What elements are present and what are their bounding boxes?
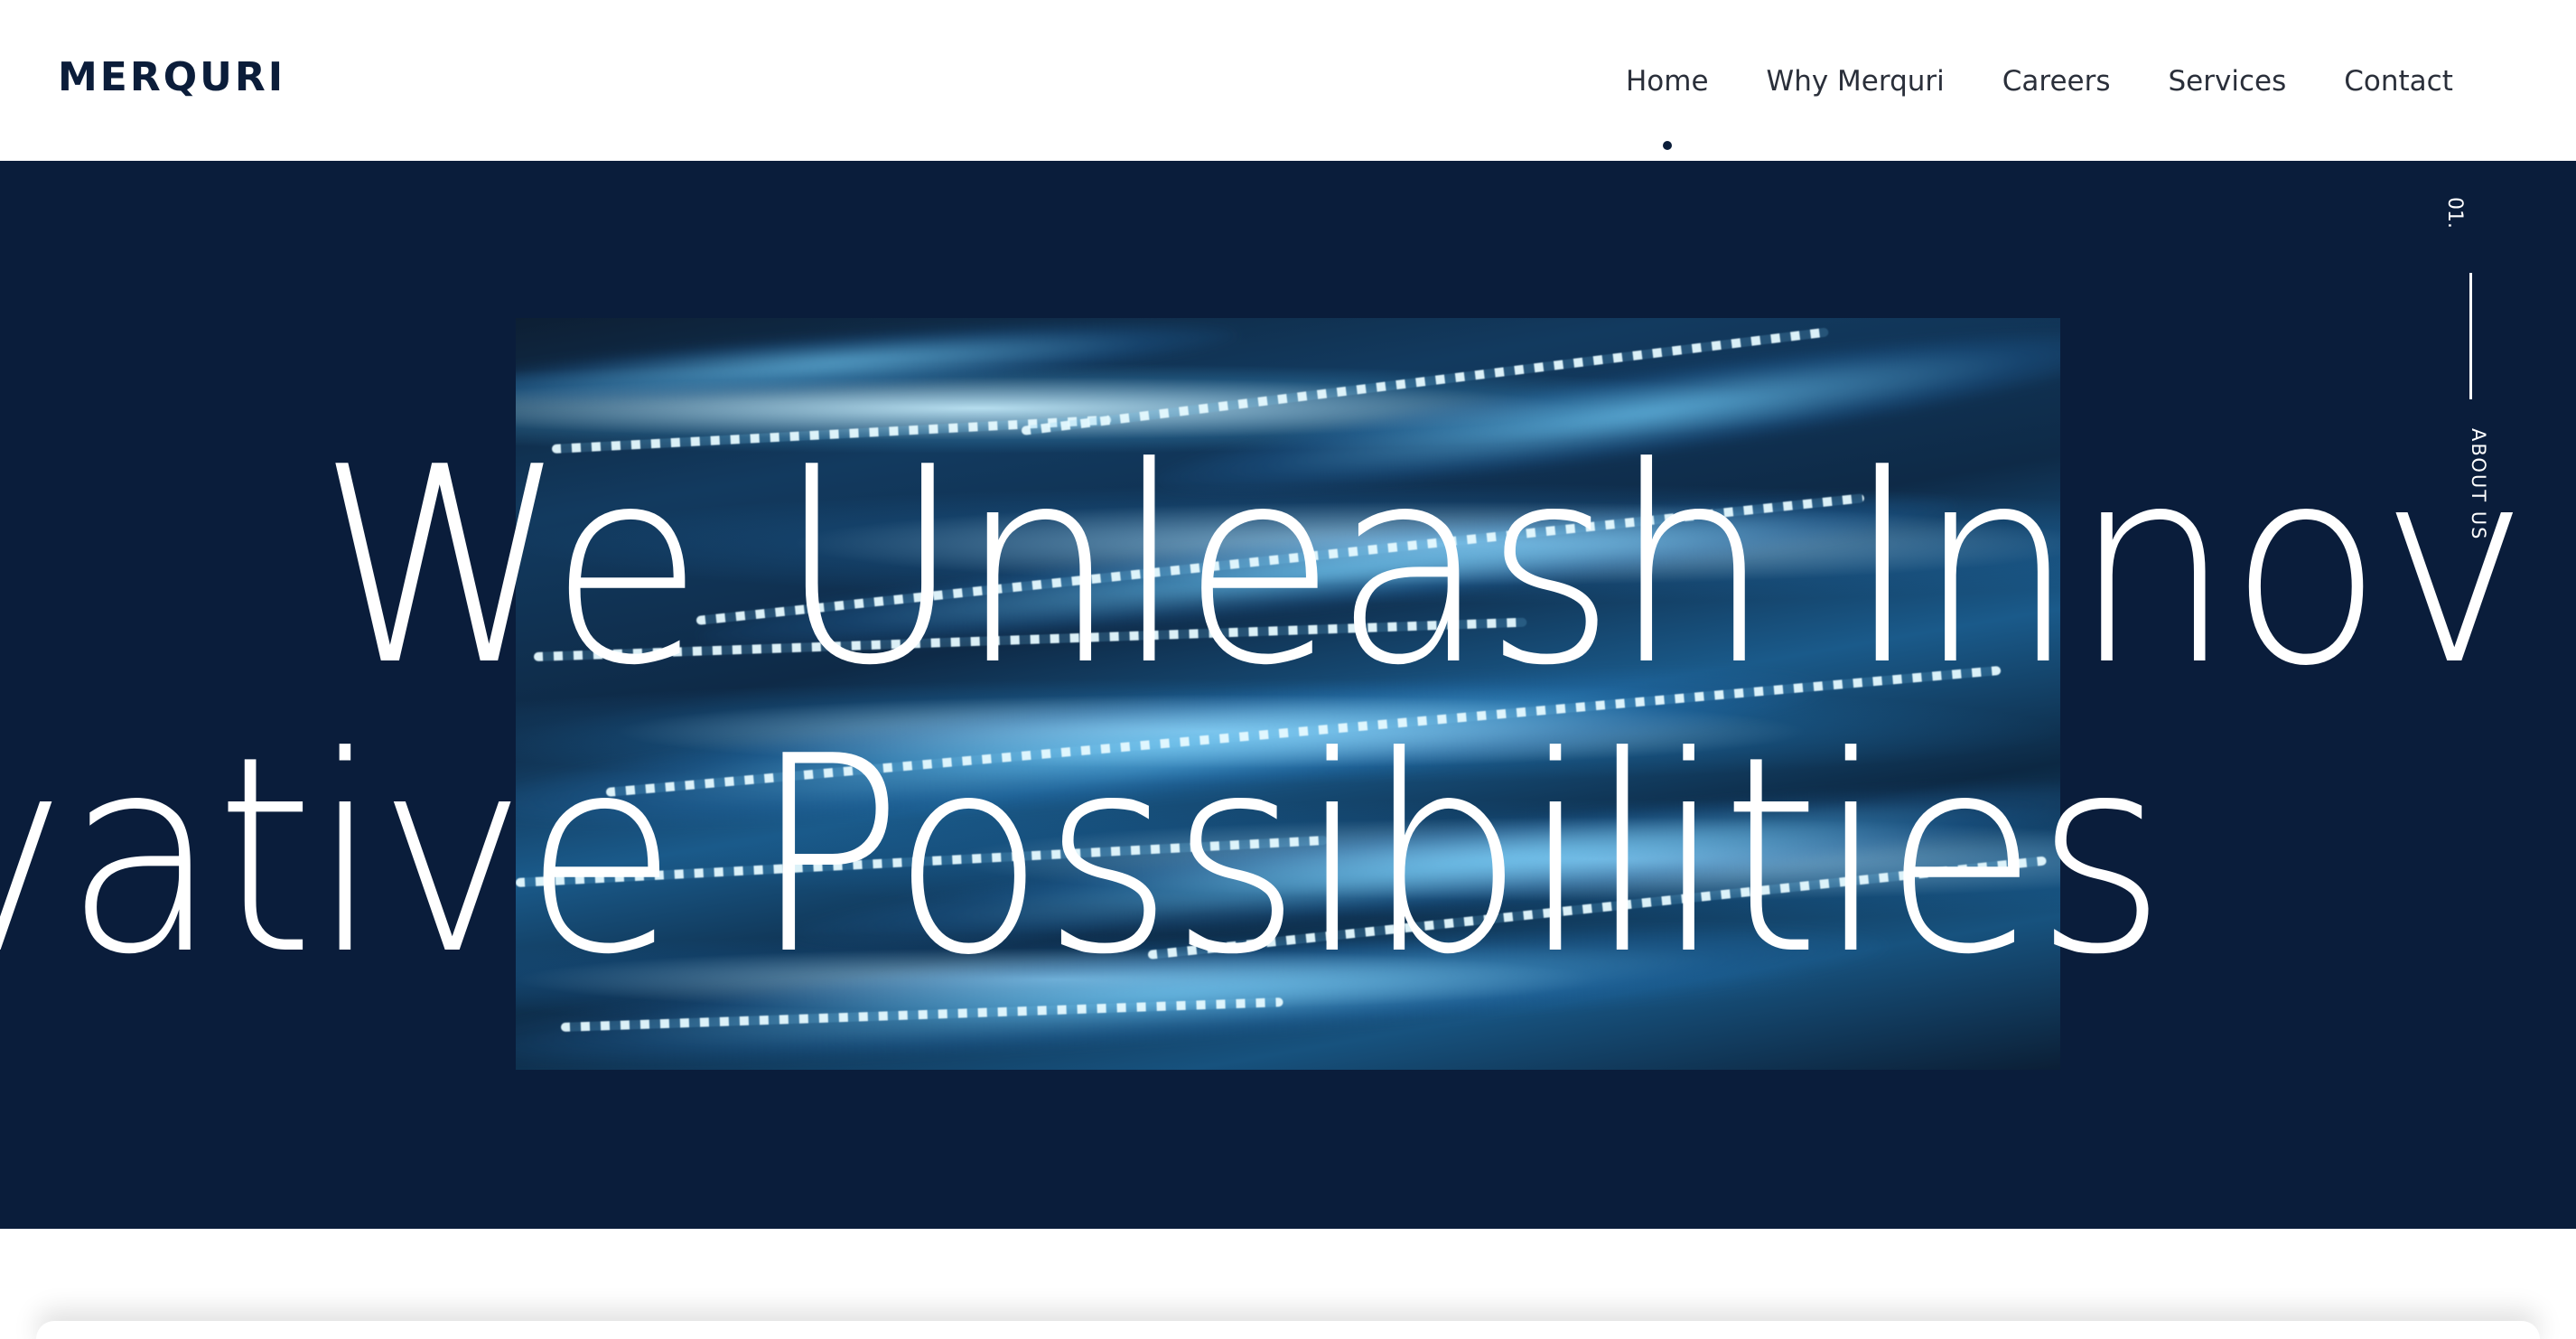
nav-item-label: Careers — [2002, 65, 2111, 98]
hero-headline-line-1: We Unleash Innov — [318, 409, 2529, 725]
site-header: MERQURI Home Why Merquri Careers Service… — [0, 0, 2576, 161]
hero-headline-line-2: vative Possibilities — [0, 698, 2167, 1014]
nav-item-contact[interactable]: Contact — [2344, 61, 2453, 101]
nav-item-services[interactable]: Services — [2169, 61, 2287, 101]
main-nav: Home Why Merquri Careers Services Contac… — [1626, 61, 2453, 150]
nav-item-home[interactable]: Home — [1626, 61, 1709, 150]
nav-item-why-merquri[interactable]: Why Merquri — [1767, 61, 1945, 101]
nav-item-label: Why Merquri — [1766, 65, 1945, 98]
merquri-logo[interactable]: MERQURI — [58, 52, 285, 103]
active-indicator-dot — [1662, 141, 1672, 150]
section-number: 01. — [2443, 197, 2466, 229]
nav-item-label: Services — [2168, 65, 2287, 98]
nav-item-careers[interactable]: Careers — [2002, 61, 2111, 101]
section-indicator-line — [2469, 273, 2472, 399]
nav-item-label: Home — [1626, 65, 1709, 98]
section-indicator[interactable]: 01. ABOUT US — [2443, 197, 2493, 541]
next-section — [0, 1229, 2576, 1339]
hero-section: We Unleash Innov vative Possibilities 01… — [0, 161, 2576, 1229]
glow-band — [516, 318, 1239, 419]
next-section-card — [36, 1321, 2540, 1339]
nav-item-label: Contact — [2344, 65, 2453, 98]
section-label: ABOUT US — [2468, 428, 2489, 541]
page: MERQURI Home Why Merquri Careers Service… — [0, 0, 2576, 1339]
